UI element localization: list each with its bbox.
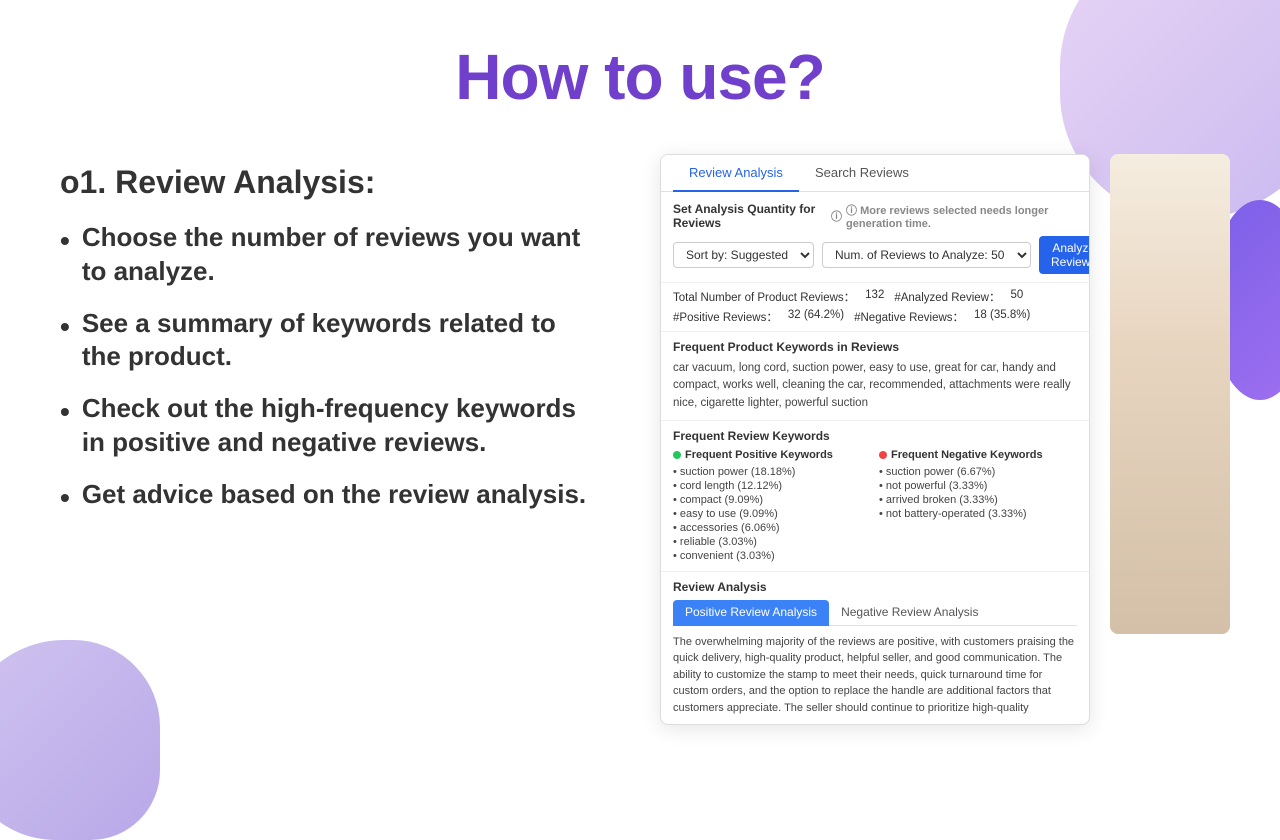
page-header: How to use?	[0, 0, 1280, 134]
analyzed-value: 50	[1010, 289, 1023, 305]
num-select[interactable]: Num. of Reviews to Analyze: 50	[822, 242, 1031, 268]
negative-label: #Negative Reviews：	[854, 309, 964, 325]
negative-col-title: Frequent Negative Keywords	[879, 449, 1077, 461]
neg-item-4: • not battery-operated (3.33%)	[879, 507, 1077, 521]
review-analysis-text: The overwhelming majority of the reviews…	[673, 634, 1077, 717]
page-title: How to use?	[20, 40, 1260, 114]
positive-dot-icon	[673, 451, 681, 459]
right-column: Review Analysis Search Reviews Set Analy…	[660, 154, 1220, 725]
bullet-item-3: Check out the high-frequency keywords in…	[60, 392, 600, 460]
bullet-item-2: See a summary of keywords related to the…	[60, 307, 600, 375]
inner-tab-negative[interactable]: Negative Review Analysis	[829, 600, 990, 626]
tab-review-analysis[interactable]: Review Analysis	[673, 155, 799, 192]
pos-item-3: • compact (9.09%)	[673, 493, 871, 507]
stats-row: Total Number of Product Reviews： 132 #An…	[661, 283, 1089, 332]
analyze-button[interactable]: Analyze Reviews	[1039, 236, 1090, 274]
keyword-columns: Frequent Positive Keywords • suction pow…	[673, 449, 1077, 563]
total-reviews-value: 132	[865, 289, 884, 305]
right-edge-decoration	[1110, 154, 1230, 634]
main-tabs: Review Analysis Search Reviews	[661, 155, 1089, 192]
positive-keywords-col: Frequent Positive Keywords • suction pow…	[673, 449, 871, 563]
review-keywords-title: Frequent Review Keywords	[673, 429, 1077, 443]
tab-search-reviews[interactable]: Search Reviews	[799, 155, 925, 192]
review-analysis-title: Review Analysis	[673, 580, 1077, 594]
bullet-list: Choose the number of reviews you want to…	[60, 221, 600, 516]
neg-item-3: • arrived broken (3.33%)	[879, 493, 1077, 507]
pos-item-7: • convenient (3.03%)	[673, 549, 871, 563]
negative-dot-icon	[879, 451, 887, 459]
review-analysis-section: Review Analysis Positive Review Analysis…	[661, 572, 1089, 725]
analysis-quantity-section: Set Analysis Quantity for Reviews ⓘ ⓘ Mo…	[661, 192, 1089, 283]
analyzed-label: #Analyzed Review：	[894, 289, 1000, 305]
positive-col-title: Frequent Positive Keywords	[673, 449, 871, 461]
positive-label: #Positive Reviews：	[673, 309, 778, 325]
pos-item-5: • accessories (6.06%)	[673, 521, 871, 535]
total-reviews-label: Total Number of Product Reviews：	[673, 289, 855, 305]
info-icon: ⓘ	[831, 208, 842, 224]
negative-value: 18 (35.8%)	[974, 309, 1030, 325]
inner-tab-positive[interactable]: Positive Review Analysis	[673, 600, 829, 626]
neg-item-2: • not powerful (3.33%)	[879, 479, 1077, 493]
pos-item-6: • reliable (3.03%)	[673, 535, 871, 549]
inner-tabs: Positive Review Analysis Negative Review…	[673, 600, 1077, 626]
sort-select[interactable]: Sort by: Suggested	[673, 242, 814, 268]
section-heading: o1. Review Analysis:	[60, 164, 600, 201]
hint-text: ⓘ More reviews selected needs longer gen…	[846, 202, 1077, 230]
main-content: o1. Review Analysis: Choose the number o…	[0, 134, 1280, 745]
bullet-item-1: Choose the number of reviews you want to…	[60, 221, 600, 289]
pos-item-2: • cord length (12.12%)	[673, 479, 871, 493]
keywords-text: car vacuum, long cord, suction power, ea…	[673, 360, 1077, 412]
left-column: o1. Review Analysis: Choose the number o…	[60, 154, 600, 725]
frequent-review-keywords: Frequent Review Keywords Frequent Positi…	[661, 421, 1089, 572]
pos-item-4: • easy to use (9.09%)	[673, 507, 871, 521]
controls-row: Sort by: Suggested Num. of Reviews to An…	[673, 236, 1077, 274]
frequent-keywords-title: Frequent Product Keywords in Reviews	[673, 340, 1077, 354]
frequent-product-keywords: Frequent Product Keywords in Reviews car…	[661, 332, 1089, 421]
neg-item-1: • suction power (6.67%)	[879, 465, 1077, 479]
ui-preview: Review Analysis Search Reviews Set Analy…	[660, 154, 1090, 725]
bullet-item-4: Get advice based on the review analysis.	[60, 478, 600, 516]
analysis-quantity-label: Set Analysis Quantity for Reviews ⓘ ⓘ Mo…	[673, 202, 1077, 230]
pos-item-1: • suction power (18.18%)	[673, 465, 871, 479]
positive-value: 32 (64.2%)	[788, 309, 844, 325]
negative-keywords-col: Frequent Negative Keywords • suction pow…	[879, 449, 1077, 563]
